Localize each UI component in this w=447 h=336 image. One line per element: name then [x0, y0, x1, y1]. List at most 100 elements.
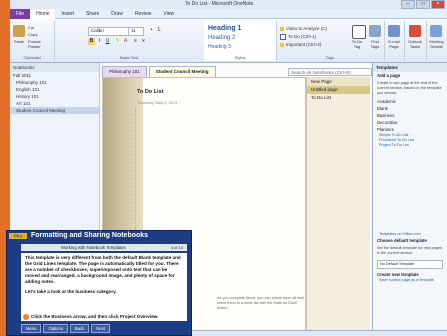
templates-header: Templates: [373, 63, 447, 72]
find-tags-button[interactable]: Find Tags: [367, 39, 383, 49]
tutorial-action-text: Click the Business arrow, and then click…: [31, 314, 159, 319]
templates-spacer: [373, 148, 447, 232]
close-button[interactable]: ×: [431, 0, 445, 9]
template-category[interactable]: Business: [373, 112, 447, 119]
default-template-select[interactable]: No Default Template: [377, 260, 443, 269]
highlight-icon[interactable]: ✎: [114, 38, 121, 45]
section-item[interactable]: Philosophy 101: [10, 79, 99, 86]
section-tab[interactable]: Student Council Meeting: [148, 66, 216, 77]
tutorial-paragraph: Let's take a look at the business catego…: [25, 289, 117, 294]
tab-home[interactable]: Home: [30, 8, 56, 19]
find-tags-icon[interactable]: [369, 25, 381, 37]
arrow-right-icon: [23, 313, 29, 320]
outlook-flag-icon[interactable]: [409, 25, 421, 37]
clipboard-group: Paste Cut Copy Format Painter Clipboard: [10, 21, 55, 61]
meeting-icon[interactable]: [430, 25, 442, 37]
bullets-icon[interactable]: •: [148, 27, 155, 34]
tab-review[interactable]: Review: [129, 9, 157, 19]
numbering-icon[interactable]: 1.: [156, 27, 163, 34]
pages-panel: New Page Untitled page To Do List: [306, 77, 370, 336]
basic-text-group: Calibri 11 B I U ✎ A ≡ ⨯ • 1. Basic Text: [54, 21, 205, 61]
clear-format-icon[interactable]: ⨯: [140, 38, 147, 45]
templates-description: Create a new page at the end of the curr…: [377, 81, 442, 95]
section-item[interactable]: Student Council Meeting: [10, 107, 99, 114]
font-face-select[interactable]: Calibri: [88, 27, 130, 36]
window-controls: – □ ×: [401, 0, 445, 9]
tags-group-label: Tags: [325, 55, 335, 60]
bold-button[interactable]: B: [88, 38, 95, 45]
todo-checkbox-icon[interactable]: [352, 25, 366, 39]
new-page-button[interactable]: New Page: [307, 77, 370, 86]
font-color-icon[interactable]: A: [122, 38, 129, 45]
tutorial-action: Click the Business arrow, and then click…: [21, 313, 187, 321]
copy-button[interactable]: Copy: [28, 32, 37, 37]
page-title[interactable]: To Do List: [137, 89, 163, 95]
tutorial-next-button[interactable]: Next: [91, 324, 110, 333]
tab-insert[interactable]: Insert: [55, 9, 80, 19]
style-heading-3[interactable]: Heading 3: [208, 44, 231, 50]
maximize-button[interactable]: □: [416, 0, 430, 9]
tag-icon: [280, 26, 284, 31]
notebook-item[interactable]: Fall 2011: [10, 72, 99, 79]
tutorial-counter: 4 of 10: [170, 245, 183, 250]
email-group: E-mail Page: [384, 21, 405, 61]
section-item[interactable]: English 101: [10, 86, 99, 93]
tag-item[interactable]: To Do (Ctrl+1): [280, 34, 316, 40]
styles-group: Heading 1 Heading 2 Heading 3 Styles: [204, 21, 277, 61]
default-template-text: Set the default template for new pages i…: [377, 246, 443, 255]
todo-tag-button[interactable]: To Do Tag: [350, 39, 364, 49]
add-page-heading: Add a page: [377, 73, 401, 78]
tutorial-subtitle: Working with Notebook Templates: [61, 245, 126, 250]
basic-text-group-label: Basic Text: [119, 55, 139, 60]
underline-button[interactable]: U: [104, 38, 111, 45]
outlook-group: Outlook Tasks: [404, 21, 427, 61]
tab-draw[interactable]: Draw: [105, 9, 129, 19]
email-page-button[interactable]: E-mail Page: [384, 39, 404, 49]
paste-label: Paste: [13, 39, 25, 44]
tutorial-menu-button[interactable]: Menu: [21, 324, 42, 333]
font-size-select[interactable]: 11: [128, 27, 144, 36]
page-item[interactable]: Untitled page: [307, 86, 370, 94]
tutorial-paragraph: This template is very different from bot…: [25, 255, 181, 284]
save-as-template-link[interactable]: Save current page as a template: [373, 278, 447, 283]
minimize-button[interactable]: –: [401, 0, 415, 9]
tutorial-body: This template is very different from bot…: [21, 253, 187, 313]
tag-item[interactable]: Video to Analyze (C): [280, 26, 327, 31]
tab-file[interactable]: File: [10, 8, 31, 19]
page-item[interactable]: To Do List: [307, 94, 370, 102]
template-category[interactable]: Decorative: [373, 119, 447, 126]
template-category[interactable]: Academic: [373, 98, 447, 105]
checkbox-icon: [280, 34, 286, 40]
align-icon[interactable]: ≡: [132, 38, 139, 45]
search-input[interactable]: Search All Notebooks (Ctrl+E): [288, 68, 372, 76]
meeting-group: Meeting Details: [426, 21, 447, 61]
cut-button[interactable]: Cut: [28, 25, 34, 30]
create-template-heading: Create new template: [377, 272, 419, 277]
style-heading-2[interactable]: Heading 2: [208, 35, 235, 41]
tutorial-back-button[interactable]: Back: [69, 324, 90, 333]
tab-view[interactable]: View: [157, 9, 180, 19]
tutorial-logo: CtLy: [9, 233, 27, 239]
style-heading-1[interactable]: Heading 1: [208, 25, 241, 32]
template-category[interactable]: Blank: [373, 105, 447, 112]
format-painter-button[interactable]: Format Painter: [28, 39, 54, 49]
italic-button[interactable]: I: [96, 38, 103, 45]
meeting-details-button[interactable]: Meeting Details: [426, 39, 447, 49]
tutorial-title: Formatting and Sharing Notebooks: [31, 232, 149, 239]
ribbon: Paste Cut Copy Format Painter Clipboard …: [10, 19, 447, 63]
template-category[interactable]: Planners: [373, 126, 447, 133]
tag-item[interactable]: Important (Ctrl+2): [280, 42, 321, 47]
tags-group: Video to Analyze (C) To Do (Ctrl+1) Impo…: [276, 21, 385, 61]
tutorial-controls: Menu Options Back Next: [21, 324, 110, 333]
paste-icon[interactable]: [13, 25, 25, 37]
section-tab[interactable]: Philosophy 101: [102, 66, 147, 77]
default-template-heading: Choose default template: [377, 238, 427, 243]
section-item[interactable]: Art 101: [10, 100, 99, 107]
styles-group-label: Styles: [234, 55, 246, 60]
notebooks-header: Notebooks: [10, 63, 99, 72]
tab-share[interactable]: Share: [80, 9, 105, 19]
email-icon[interactable]: [388, 25, 400, 37]
section-item[interactable]: History 101: [10, 93, 99, 100]
tutorial-options-button[interactable]: Options: [43, 324, 68, 333]
outlook-tasks-button[interactable]: Outlook Tasks: [404, 39, 426, 49]
